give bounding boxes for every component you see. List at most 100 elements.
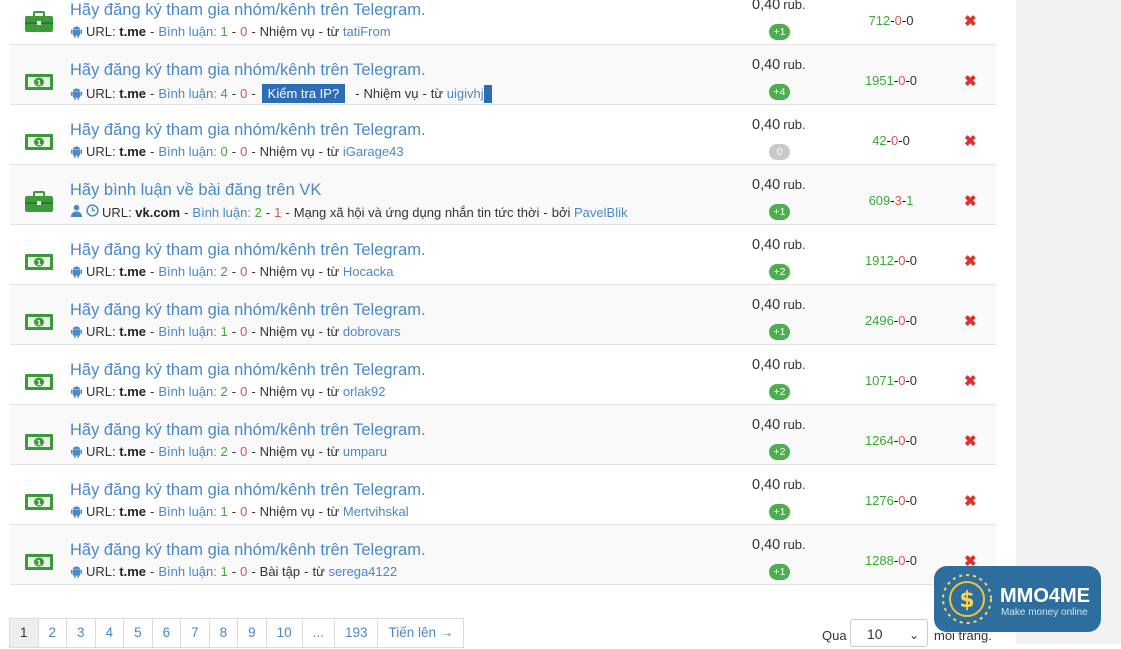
comments-link[interactable]: Bình luận: xyxy=(192,205,251,220)
separator: - xyxy=(149,24,155,39)
bonus-badge: +1 xyxy=(769,324,790,340)
task-stats: 42-0-0 xyxy=(846,133,936,148)
close-icon[interactable]: ✖ xyxy=(964,132,977,150)
task-title-link[interactable]: Hãy đăng ký tham gia nhóm/kênh trên Tele… xyxy=(70,421,426,440)
separator: - xyxy=(231,264,237,279)
task-title-link[interactable]: Hãy đăng ký tham gia nhóm/kênh trên Tele… xyxy=(70,301,426,320)
close-icon[interactable]: ✖ xyxy=(964,492,977,510)
comments-link[interactable]: Bình luận: xyxy=(158,144,217,159)
author-link[interactable]: tatiFrom xyxy=(343,24,391,39)
android-icon xyxy=(70,445,83,458)
android-icon xyxy=(70,25,83,38)
price-unit: rub. xyxy=(783,0,806,12)
author-link[interactable]: umparu xyxy=(343,444,387,459)
from-label: từ xyxy=(326,444,340,459)
comments-link[interactable]: Bình luận: xyxy=(158,86,217,101)
svg-text:$: $ xyxy=(959,588,974,613)
task-price: 0,40 rub. xyxy=(752,417,806,433)
task-stats: 1071-0-0 xyxy=(846,373,936,388)
comments-positive: 4 xyxy=(220,86,228,101)
from-label: từ xyxy=(326,384,340,399)
task-list: Hãy đăng ký tham gia nhóm/kênh trên Tele… xyxy=(10,0,996,585)
task-title-link[interactable]: Hãy bình luận về bài đăng trên VK xyxy=(70,181,321,200)
separator: - xyxy=(265,204,271,220)
task-title-link[interactable]: Hãy đăng ký tham gia nhóm/kênh trên Tele… xyxy=(70,361,426,380)
author-link[interactable]: iGarage43 xyxy=(343,144,404,159)
money-icon: 1 xyxy=(24,371,54,393)
task-row: 1 Hãy đăng ký tham gia nhóm/kênh trên Tel… xyxy=(10,105,996,165)
comments-link[interactable]: Bình luận: xyxy=(158,564,217,579)
task-stats: 1288-0-0 xyxy=(846,553,936,568)
separator: - xyxy=(422,86,427,101)
from-label: bởi xyxy=(551,204,571,220)
close-icon[interactable]: ✖ xyxy=(964,312,977,330)
ip-check-button[interactable]: Kiểm tra IP? xyxy=(261,84,346,103)
task-stats: 1912-0-0 xyxy=(846,253,936,268)
comments-link[interactable]: Bình luận: xyxy=(158,384,217,399)
stat-pending: 0 xyxy=(909,493,918,508)
task-title-link[interactable]: Hãy đăng ký tham gia nhóm/kênh trên Tele… xyxy=(70,541,426,560)
stat-pending: 0 xyxy=(909,73,918,88)
stat-rejected: 0 xyxy=(894,13,902,28)
price-value: 0,40 xyxy=(752,417,781,433)
android-icon xyxy=(70,87,83,100)
author-link[interactable]: serega4122 xyxy=(328,564,397,579)
stat-completed: 2496 xyxy=(864,313,894,328)
task-title-link[interactable]: Hãy đăng ký tham gia nhóm/kênh trên Tele… xyxy=(70,1,426,20)
task-category: Nhiệm vụ xyxy=(363,86,419,101)
author-link[interactable]: Mertvihskal xyxy=(343,504,409,519)
separator: - xyxy=(149,144,155,159)
task-meta: URL: t.me - Bình luận: 1-0- Nhiệm vụ - từ Mer… xyxy=(70,504,409,519)
task-category: Nhiệm vụ xyxy=(259,324,315,339)
task-meta: URL: vk.com - Bình luận: 2-1- Mạng xã hội v… xyxy=(70,204,627,220)
separator: - xyxy=(318,324,323,339)
separator: - xyxy=(543,204,548,220)
from-label: từ xyxy=(326,264,340,279)
author-link[interactable]: PavelBlik xyxy=(574,205,627,220)
briefcase-icon xyxy=(24,191,54,213)
separator: - xyxy=(231,144,237,159)
from-label: từ xyxy=(326,324,340,339)
comments-positive: 2 xyxy=(220,444,228,459)
author-link[interactable]: uigivhj xyxy=(447,86,484,101)
task-title-link[interactable]: Hãy đăng ký tham gia nhóm/kênh trên Tele… xyxy=(70,241,426,260)
author-link[interactable]: Hocacka xyxy=(343,264,394,279)
bonus-badge: +2 xyxy=(769,444,790,460)
task-title-link[interactable]: Hãy đăng ký tham gia nhóm/kênh trên Tele… xyxy=(70,481,426,500)
author-link[interactable]: dobrovars xyxy=(343,324,401,339)
close-icon[interactable]: ✖ xyxy=(964,252,977,270)
separator: - xyxy=(149,384,155,399)
close-icon[interactable]: ✖ xyxy=(964,432,977,450)
task-category: Nhiệm vụ xyxy=(259,504,315,519)
price-value: 0,40 xyxy=(752,0,781,13)
task-price: 0,40 rub. xyxy=(752,177,806,193)
comments-link[interactable]: Bình luận: xyxy=(158,24,217,39)
separator: - xyxy=(231,384,237,399)
money-icon: 1 xyxy=(24,311,54,333)
price-value: 0,40 xyxy=(752,177,781,193)
separator: - xyxy=(251,264,256,279)
task-title-link[interactable]: Hãy đăng ký tham gia nhóm/kênh trên Tele… xyxy=(70,61,426,80)
comments-positive: 1 xyxy=(220,24,228,39)
task-category: Nhiệm vụ xyxy=(259,144,315,159)
task-row: 1 Hãy đăng ký tham gia nhóm/kênh trên Tel… xyxy=(10,285,996,345)
comments-link[interactable]: Bình luận: xyxy=(158,444,217,459)
author-link[interactable]: orlak92 xyxy=(343,384,386,399)
comments-link[interactable]: Bình luận: xyxy=(158,264,217,279)
stat-pending: 1 xyxy=(906,193,914,208)
close-icon[interactable]: ✖ xyxy=(964,72,977,90)
task-title-link[interactable]: Hãy đăng ký tham gia nhóm/kênh trên Tele… xyxy=(70,121,426,140)
url-label: URL: xyxy=(102,204,132,220)
task-meta: URL: t.me - Bình luận: 0-0- Nhiệm vụ - từ iGa… xyxy=(70,144,404,159)
task-category: Mạng xã hội và ứng dụng nhắn tin tức thờ… xyxy=(293,204,540,220)
task-category: Nhiệm vụ xyxy=(259,444,315,459)
comments-link[interactable]: Bình luận: xyxy=(158,324,217,339)
close-icon[interactable]: ✖ xyxy=(964,192,977,210)
close-icon[interactable]: ✖ xyxy=(964,372,977,390)
task-row: 1 Hãy đăng ký tham gia nhóm/kênh trên Tel… xyxy=(10,345,996,405)
from-label: từ xyxy=(326,24,340,39)
close-icon[interactable]: ✖ xyxy=(964,12,977,30)
comments-link[interactable]: Bình luận: xyxy=(158,504,217,519)
separator: - xyxy=(355,86,360,101)
per-page-select[interactable]: 10 ⌄ xyxy=(850,619,928,647)
